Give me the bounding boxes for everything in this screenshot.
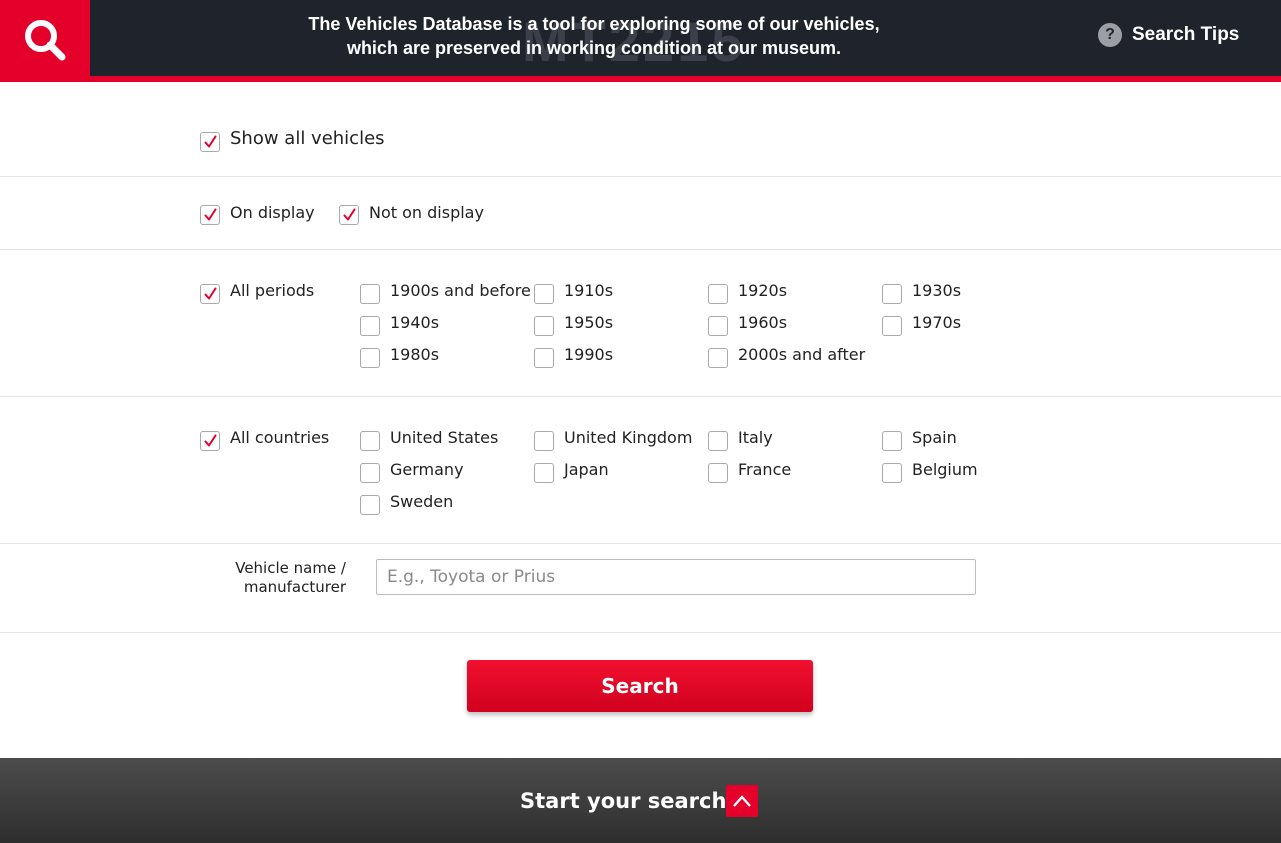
chevron-up-icon (733, 795, 751, 807)
country-label-japan[interactable]: Japan (564, 460, 609, 480)
not-on-display-checkbox[interactable] (339, 205, 359, 225)
period-checkbox-1990s[interactable] (534, 348, 554, 368)
show-all-row: Show all vehicles (0, 82, 1281, 177)
period-label-1940s[interactable]: 1940s (390, 313, 439, 333)
search-button[interactable]: Search (467, 660, 813, 712)
period-label-1950s[interactable]: 1950s (564, 313, 613, 333)
help-icon: ? (1098, 23, 1122, 47)
period-checkbox-1950s[interactable] (534, 316, 554, 336)
checkmark-icon (204, 434, 217, 447)
period-label-1910s[interactable]: 1910s (564, 281, 613, 301)
period-label-2000s-and-after[interactable]: 2000s and after (738, 345, 865, 365)
country-checkbox-belgium[interactable] (882, 463, 902, 483)
vehicle-name-input[interactable] (376, 559, 976, 595)
period-checkbox-1960s[interactable] (708, 316, 728, 336)
country-label-spain[interactable]: Spain (912, 428, 957, 448)
period-label-1970s[interactable]: 1970s (912, 313, 961, 333)
periods-row: All periods 1900s and before 1910s 1920s… (0, 250, 1281, 397)
top-banner: MT2215 The Vehicles Database is a tool f… (0, 0, 1281, 82)
country-checkbox-germany[interactable] (360, 463, 380, 483)
period-checkbox-2000s-and-after[interactable] (708, 348, 728, 368)
tagline-line-1: The Vehicles Database is a tool for expl… (308, 14, 880, 34)
period-checkbox-1980s[interactable] (360, 348, 380, 368)
country-checkbox-france[interactable] (708, 463, 728, 483)
period-checkbox-1940s[interactable] (360, 316, 380, 336)
country-label-france[interactable]: France (738, 460, 791, 480)
country-label-united-kingdom[interactable]: United Kingdom (564, 428, 692, 448)
search-tips-link[interactable]: ? Search Tips (1098, 22, 1239, 48)
name-field-label-line-1: Vehicle name / (235, 559, 346, 577)
countries-row: All countries United States United Kingd… (0, 397, 1281, 544)
country-label-germany[interactable]: Germany (390, 460, 464, 480)
period-checkbox-1920s[interactable] (708, 284, 728, 304)
country-label-belgium[interactable]: Belgium (912, 460, 978, 480)
on-display-label[interactable]: On display (230, 203, 315, 223)
header-tagline: The Vehicles Database is a tool for expl… (260, 12, 928, 60)
country-label-sweden[interactable]: Sweden (390, 492, 453, 512)
show-all-label[interactable]: Show all vehicles (230, 129, 385, 149)
all-countries-label[interactable]: All countries (230, 428, 329, 448)
country-checkbox-united-states[interactable] (360, 431, 380, 451)
display-status-row: On display Not on display (0, 177, 1281, 250)
tagline-line-2: which are preserved in working condition… (346, 38, 842, 58)
country-label-united-states[interactable]: United States (390, 428, 498, 448)
start-search-bar[interactable]: Start your search (0, 758, 1281, 843)
checkmark-icon (204, 208, 217, 221)
checkmark-icon (204, 287, 217, 300)
search-toggle-button[interactable] (0, 0, 90, 82)
all-periods-label[interactable]: All periods (230, 281, 314, 301)
country-checkbox-united-kingdom[interactable] (534, 431, 554, 451)
period-checkbox-1930s[interactable] (882, 284, 902, 304)
period-label-1900s-and-before[interactable]: 1900s and before (390, 281, 531, 301)
search-tips-label: Search Tips (1132, 24, 1240, 45)
period-checkbox-1910s[interactable] (534, 284, 554, 304)
period-checkbox-1970s[interactable] (882, 316, 902, 336)
name-search-row: Vehicle name / manufacturer (0, 544, 1281, 633)
period-label-1980s[interactable]: 1980s (390, 345, 439, 365)
search-icon (25, 20, 66, 61)
name-field-label-line-2: manufacturer (243, 578, 346, 596)
country-label-italy[interactable]: Italy (738, 428, 773, 448)
all-periods-checkbox[interactable] (200, 284, 220, 304)
country-checkbox-japan[interactable] (534, 463, 554, 483)
checkmark-icon (204, 135, 217, 148)
name-field-label: Vehicle name / manufacturer (215, 559, 346, 597)
show-all-checkbox[interactable] (200, 132, 220, 152)
on-display-checkbox[interactable] (200, 205, 220, 225)
country-checkbox-italy[interactable] (708, 431, 728, 451)
period-label-1990s[interactable]: 1990s (564, 345, 613, 365)
country-checkbox-sweden[interactable] (360, 495, 380, 515)
country-checkbox-spain[interactable] (882, 431, 902, 451)
period-checkbox-1900s-and-before[interactable] (360, 284, 380, 304)
collapse-search-button[interactable] (726, 785, 758, 817)
period-label-1930s[interactable]: 1930s (912, 281, 961, 301)
period-label-1960s[interactable]: 1960s (738, 313, 787, 333)
not-on-display-label[interactable]: Not on display (369, 203, 484, 223)
period-label-1920s[interactable]: 1920s (738, 281, 787, 301)
all-countries-checkbox[interactable] (200, 431, 220, 451)
checkmark-icon (343, 208, 356, 221)
start-search-label: Start your search (520, 789, 727, 813)
